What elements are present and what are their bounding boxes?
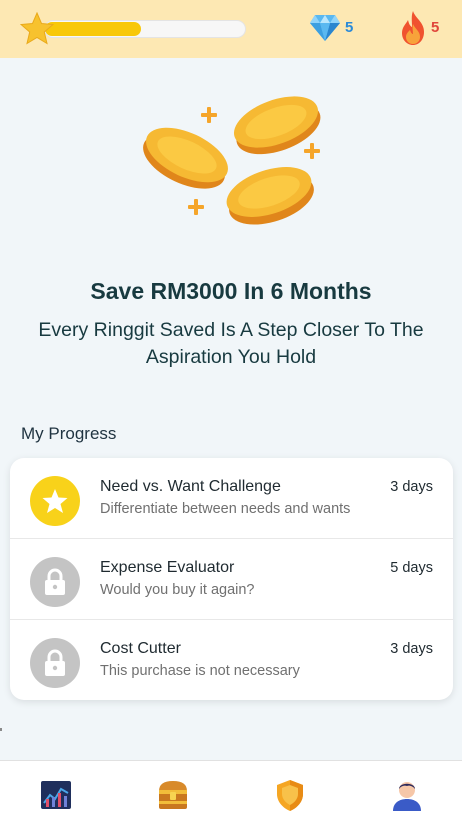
- nav-stats[interactable]: [38, 777, 74, 813]
- top-bar: 5 5: [0, 0, 462, 58]
- progress-section-label: My Progress: [21, 424, 117, 443]
- goal-subtitle: Every Ringgit Saved Is A Step Closer To …: [38, 319, 424, 368]
- streak-count: 5: [431, 19, 440, 36]
- challenge-list: Need vs. Want Challenge Differentiate be…: [10, 458, 453, 700]
- challenge-row-expense-evaluator[interactable]: Expense Evaluator Would you buy it again…: [10, 538, 453, 618]
- lock-icon: [30, 638, 80, 688]
- lock-icon: [30, 557, 80, 607]
- challenge-description: Would you buy it again?: [100, 582, 255, 598]
- chart-icon: [41, 781, 71, 809]
- nav-rewards[interactable]: [155, 777, 191, 813]
- challenge-row-need-vs-want[interactable]: Need vs. Want Challenge Differentiate be…: [10, 458, 453, 538]
- gem-count: 5: [345, 19, 354, 36]
- treasure-chest-icon: [159, 781, 187, 809]
- challenge-title: Expense Evaluator: [100, 559, 235, 576]
- goal-title: Save RM3000 In 6 Months: [90, 278, 372, 304]
- challenge-description: This purchase is not necessary: [100, 663, 300, 679]
- challenge-title: Cost Cutter: [100, 640, 181, 657]
- challenge-row-cost-cutter[interactable]: Cost Cutter This purchase is not necessa…: [10, 619, 453, 699]
- nav-protection[interactable]: [272, 777, 308, 813]
- fire-icon: [402, 11, 424, 45]
- level-progress-bar: [44, 20, 246, 38]
- coins-illustration: [143, 96, 321, 225]
- profile-icon: [393, 782, 421, 811]
- bottom-navigation: [0, 760, 462, 828]
- challenge-duration: 3 days: [390, 479, 433, 495]
- challenge-description: Differentiate between needs and wants: [100, 501, 351, 517]
- star-icon: [30, 476, 80, 526]
- challenge-duration: 3 days: [390, 641, 433, 657]
- star-icon: [20, 12, 54, 45]
- nav-profile[interactable]: [389, 777, 425, 813]
- scroll-indicator: [0, 728, 2, 731]
- challenge-title: Need vs. Want Challenge: [100, 478, 281, 495]
- challenge-duration: 5 days: [390, 560, 433, 576]
- level-progress-fill: [45, 22, 141, 36]
- shield-icon: [277, 780, 303, 811]
- diamond-icon: [310, 15, 340, 41]
